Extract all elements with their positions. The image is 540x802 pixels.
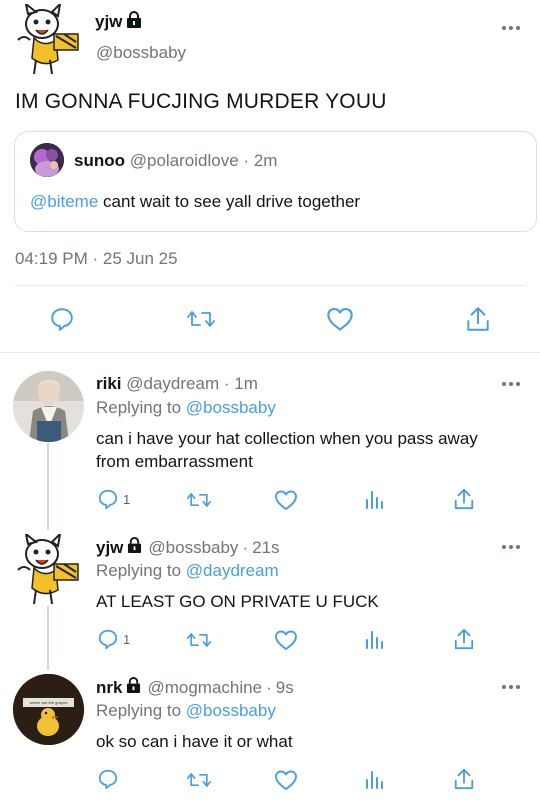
quoted-separator: · (243, 151, 250, 170)
replying-to-label: Replying to (96, 398, 182, 417)
author-avatar[interactable] (14, 1, 84, 75)
reply-icon[interactable] (97, 488, 119, 515)
quoted-name: sunoo (74, 151, 125, 170)
reply-count: 1 (123, 492, 131, 507)
like-icon[interactable] (274, 489, 298, 516)
reply-count: 1 (123, 632, 131, 647)
author-name[interactable]: yjw (95, 12, 122, 32)
lock-icon (126, 11, 142, 33)
reply-name[interactable]: yjw (96, 538, 123, 558)
replying-to-label: Replying to (96, 561, 182, 580)
retweet-icon[interactable] (186, 306, 216, 337)
quoted-avatar (30, 143, 64, 177)
replying-to-handle[interactable]: @bossbaby (186, 398, 276, 417)
more-icon[interactable] (500, 21, 522, 35)
share-icon[interactable] (453, 627, 475, 656)
replying-to-handle[interactable]: @daydream (186, 561, 279, 580)
share-icon[interactable] (453, 487, 475, 516)
more-icon[interactable] (500, 540, 522, 554)
tweet-timestamp: 04:19 PM · 25 Jun 25 (15, 249, 178, 268)
reply-icon[interactable] (97, 768, 119, 795)
thread-line (47, 606, 49, 670)
quoted-time: 2m (253, 151, 278, 170)
reply-time: 1m (234, 374, 258, 393)
avatar-caption: where are the grapes (29, 700, 68, 705)
reply-text: AT LEAST GO ON PRIVATE U FUCK (96, 592, 379, 611)
quoted-tweet-card[interactable]: sunoo @polaroidlove · 2m @biteme cant wa… (14, 131, 537, 232)
lock-icon (127, 537, 142, 558)
like-icon[interactable] (326, 306, 354, 337)
author-handle[interactable]: @bossbaby (96, 43, 186, 63)
replying-to-label: Replying to (96, 701, 182, 720)
reply-time: 21s (252, 537, 280, 557)
divider (15, 285, 525, 286)
thread-line (47, 443, 49, 530)
lock-icon (126, 677, 141, 698)
analytics-icon[interactable] (364, 488, 384, 515)
reply-icon[interactable] (49, 306, 75, 337)
reply-handle[interactable]: @daydream (126, 374, 219, 393)
reply-avatar[interactable] (13, 371, 84, 442)
reply-name[interactable]: riki (96, 374, 122, 393)
reply-handle[interactable]: @mogmachine (147, 678, 262, 698)
replying-to-handle[interactable]: @bossbaby (186, 701, 276, 720)
share-icon[interactable] (453, 767, 475, 796)
reply-icon[interactable] (97, 628, 119, 655)
like-icon[interactable] (274, 629, 298, 656)
reply-handle[interactable]: @bossbaby (148, 538, 238, 558)
retweet-icon[interactable] (186, 489, 212, 516)
reply-name[interactable]: nrk (96, 678, 122, 698)
reply-time: 9s (275, 677, 294, 697)
reply-avatar[interactable] (14, 531, 84, 605)
quoted-text: cant wait to see yall drive together (103, 192, 361, 211)
tweet-text: IM GONNA FUCJING MURDER YOUU (15, 90, 387, 113)
reply-text: ok so can i have it or what (96, 732, 293, 751)
share-icon[interactable] (465, 305, 491, 338)
quoted-handle: @polaroidlove (129, 151, 239, 170)
analytics-icon[interactable] (364, 768, 384, 795)
reply-avatar[interactable]: where are the grapes (13, 674, 84, 745)
retweet-icon[interactable] (186, 629, 212, 656)
more-icon[interactable] (500, 680, 522, 694)
more-icon[interactable] (500, 377, 522, 391)
reply-text: can i have your hat collection when you … (96, 429, 478, 471)
quoted-mention[interactable]: @biteme (30, 192, 98, 211)
retweet-icon[interactable] (186, 769, 212, 796)
like-icon[interactable] (274, 769, 298, 796)
divider (0, 352, 540, 353)
analytics-icon[interactable] (364, 628, 384, 655)
